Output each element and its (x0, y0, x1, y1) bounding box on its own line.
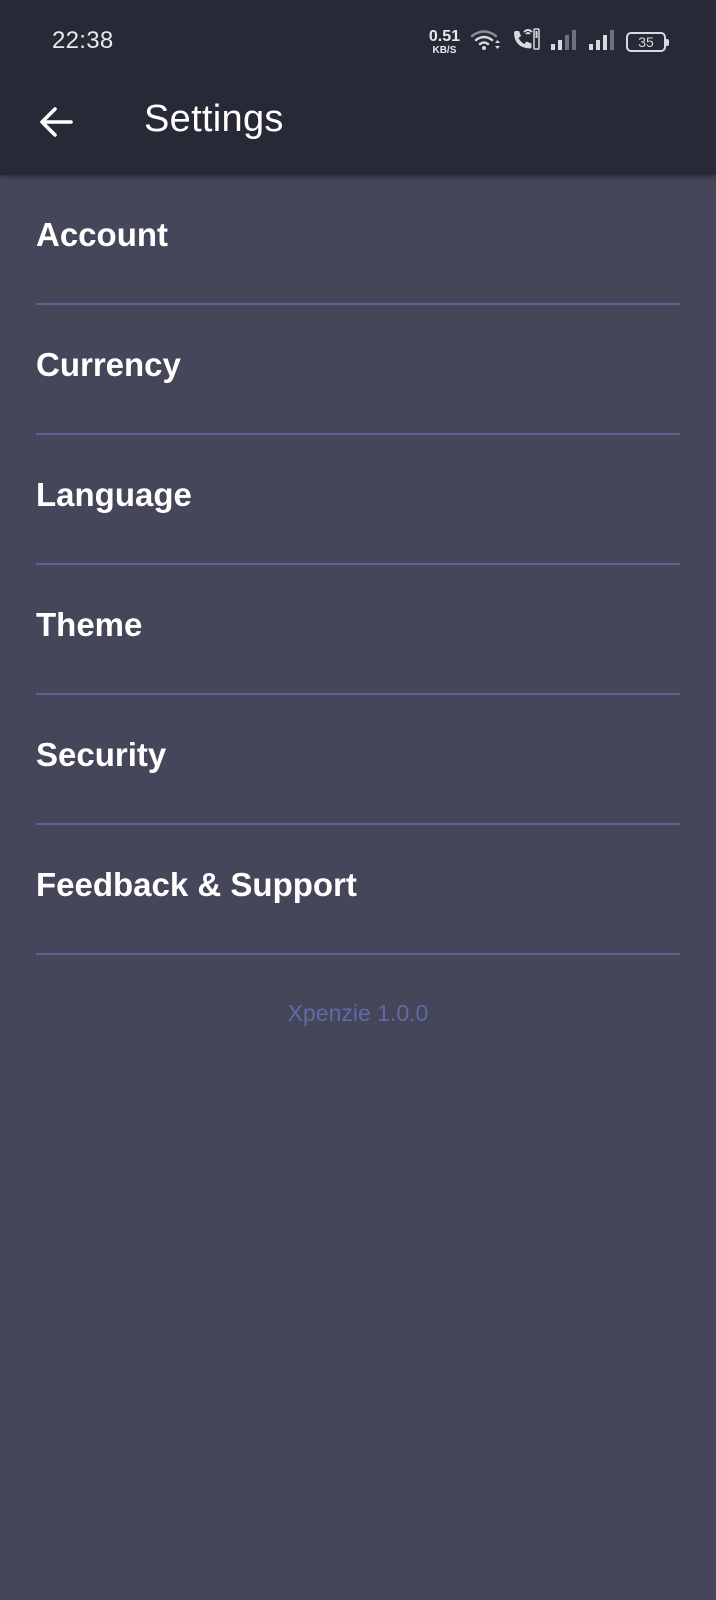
settings-item-label: Currency (36, 346, 181, 383)
network-speed-value: 0.51 (428, 27, 460, 45)
signal-icon-sim2 (588, 29, 616, 56)
battery-level: 35 (638, 34, 654, 50)
settings-item-label: Security (36, 736, 167, 773)
app-bar: Settings (0, 84, 716, 175)
status-bar: 22:38 0.51 KB/S 35 (0, 0, 716, 84)
volte-call-icon (510, 27, 540, 58)
network-speed-unit: KB/S (432, 44, 457, 56)
settings-item-label: Language (36, 476, 192, 513)
signal-icon-sim1 (550, 29, 578, 56)
settings-item-currency[interactable]: Currency (36, 305, 680, 435)
top-area: 22:38 0.51 KB/S 35 Settings (0, 0, 716, 175)
settings-item-account[interactable]: Account (36, 175, 680, 305)
settings-screen: 22:38 0.51 KB/S 35 Settings Account Curr… (0, 0, 716, 1600)
settings-item-feedback-support[interactable]: Feedback & Support (36, 825, 680, 955)
network-speed: 0.51 KB/S (428, 27, 460, 56)
status-icons: 0.51 KB/S 35 (428, 27, 669, 58)
wifi-icon (470, 28, 500, 57)
status-time: 22:38 (52, 27, 114, 54)
app-version: Xpenzie 1.0.0 (287, 1000, 429, 1026)
settings-item-language[interactable]: Language (36, 435, 680, 565)
page-title: Settings (144, 98, 284, 140)
settings-item-label: Feedback & Support (36, 866, 357, 903)
settings-list: Account Currency Language Theme Security… (36, 175, 680, 955)
settings-item-security[interactable]: Security (36, 695, 680, 825)
back-button[interactable] (30, 98, 82, 150)
settings-item-label: Theme (36, 606, 143, 643)
settings-item-label: Account (36, 216, 168, 253)
battery-icon: 35 (626, 32, 669, 52)
settings-item-theme[interactable]: Theme (36, 565, 680, 695)
arrow-left-icon (38, 106, 74, 143)
